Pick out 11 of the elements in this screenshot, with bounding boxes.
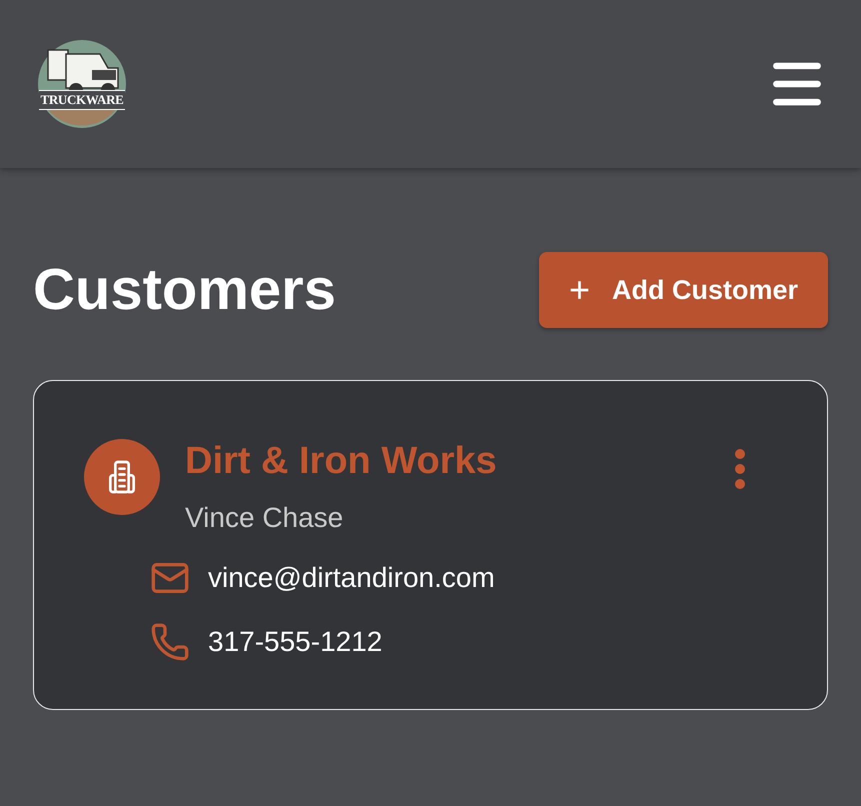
logo-text: TRUCKWARE (39, 90, 125, 110)
phone-link[interactable]: 317-555-1212 (208, 621, 382, 663)
contact-name: Vince Chase (185, 501, 344, 535)
more-icon (735, 449, 745, 489)
add-customer-button[interactable]: + Add Customer (538, 252, 828, 328)
page-title: Customers (33, 261, 336, 319)
logo[interactable]: TRUCKWARE (33, 38, 131, 130)
plus-icon: + (568, 272, 590, 308)
customer-card[interactable]: Dirt & Iron Works Vince Chase vince@dirtandiron.com 317-555-1212 (33, 380, 828, 710)
email-link[interactable]: vince@dirtandiron.com (208, 557, 495, 599)
phone-icon (150, 622, 190, 662)
